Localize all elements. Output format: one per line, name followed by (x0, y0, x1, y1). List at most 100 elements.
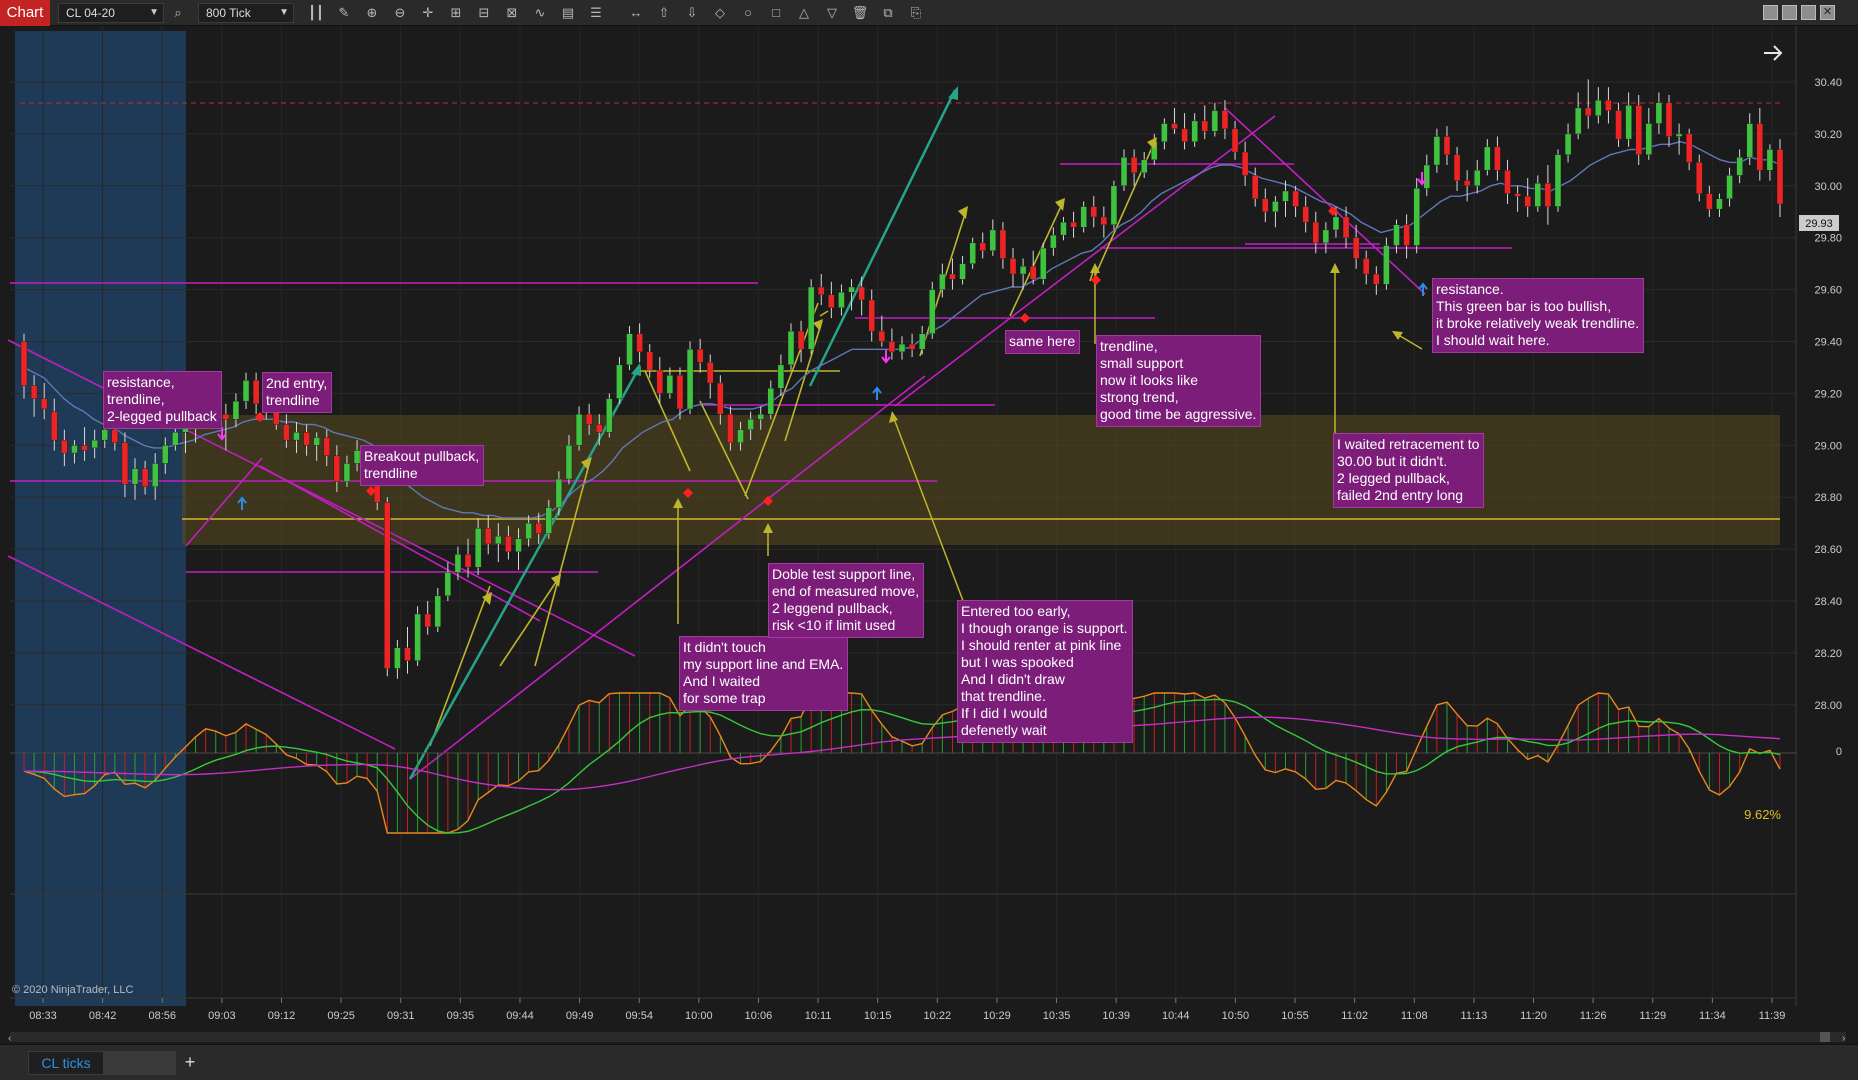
chart-canvas[interactable]: 30.40 30.20 30.00 29.80 29.60 29.40 29.20 29.00… (0, 26, 1858, 1044)
maximize-icon[interactable] (1801, 5, 1816, 20)
note-same-here: same here (1005, 330, 1081, 354)
time-tick-label: 09:03 (208, 1010, 236, 1022)
time-tick-label: 11:02 (1341, 1010, 1368, 1022)
bars-type-icon[interactable]: ┃┃ (306, 3, 326, 23)
indicators-icon[interactable]: ⊠ (502, 3, 522, 23)
chevron-down-icon: ▼ (279, 7, 289, 18)
time-tick-label: 09:49 (566, 1010, 594, 1022)
triangle-down-tool-icon[interactable]: ▽ (822, 3, 842, 23)
tab-empty[interactable] (104, 1051, 176, 1075)
scroll-left-icon[interactable]: ‹ (8, 1033, 11, 1044)
add-tab-button[interactable]: + (178, 1051, 202, 1075)
time-tick-label: 09:12 (268, 1010, 296, 1022)
zoom-in-icon[interactable]: ⊕ (362, 3, 382, 23)
time-tick-label: 10:55 (1281, 1010, 1309, 1022)
line-tool-icon[interactable]: ↔ (626, 3, 646, 23)
note-resistance-green-bar: resistance. This green bar is too bullis… (1432, 278, 1645, 353)
time-tick-label: 11:13 (1461, 1010, 1488, 1022)
strategies-icon[interactable]: ∿ (530, 3, 550, 23)
price-tick-label: 30.00 (1814, 181, 1842, 193)
chart-toolbar: Chart CL 04-20 ▼ ⌕ 800 Tick ▼ ┃┃ ✎ ⊕ ⊖ ✛ ⊞… (0, 0, 1858, 26)
time-tick-label: 08:42 (89, 1010, 117, 1022)
candle (1635, 94, 1642, 166)
note-double-test: Doble test support line, end of measured… (768, 563, 925, 638)
interval-value: 800 Tick (206, 6, 251, 20)
tab-bar: CL ticks + (0, 1044, 1858, 1080)
price-tick-label: 29.60 (1814, 285, 1842, 297)
note-resistance-trendline: resistance, trendline, 2-legged pullback (103, 371, 222, 429)
diamond-tool-icon[interactable]: ◇ (710, 3, 730, 23)
arrow-up-tool-icon[interactable]: ⇧ (654, 3, 674, 23)
time-tick-label: 09:25 (327, 1010, 355, 1022)
time-tick-label: 11:39 (1759, 1010, 1786, 1022)
rectangle-tool-icon[interactable]: □ (766, 3, 786, 23)
arrow-down-tool-icon[interactable]: ⇩ (682, 3, 702, 23)
note-breakout-pullback: Breakout pullback, trendline (360, 445, 485, 486)
triangle-up-tool-icon[interactable]: △ (794, 3, 814, 23)
time-tick-label: 10:35 (1043, 1010, 1071, 1022)
note-2nd-entry: 2nd entry, trendline (262, 372, 333, 413)
time-tick-label: 10:22 (924, 1010, 952, 1022)
candle (686, 341, 694, 415)
candle (1554, 149, 1562, 212)
time-tick-label: 09:35 (447, 1010, 475, 1022)
copy-icon[interactable]: ⧉ (878, 3, 898, 23)
instrument-value: CL 04-20 (66, 6, 115, 20)
list-icon[interactable]: ☰ (586, 3, 606, 23)
candle (606, 393, 613, 438)
time-tick-label: 10:06 (745, 1010, 773, 1022)
candle (1110, 180, 1118, 230)
premarket-shading (15, 31, 186, 1006)
current-price-label: 29.93 (1805, 218, 1833, 230)
properties-icon[interactable]: ⊞ (446, 3, 466, 23)
time-tick-label: 11:08 (1401, 1010, 1428, 1022)
zoom-out-icon[interactable]: ⊖ (390, 3, 410, 23)
price-tick-label: 30.20 (1814, 129, 1842, 141)
templates-icon[interactable]: ⊟ (474, 3, 494, 23)
data-box-icon[interactable]: ▤ (558, 3, 578, 23)
candle (1383, 237, 1390, 290)
search-icon[interactable]: ⌕ (168, 3, 188, 23)
time-tick-label: 10:29 (983, 1010, 1011, 1022)
chevron-down-icon: ▼ (149, 7, 159, 18)
time-tick-label: 09:54 (625, 1010, 653, 1022)
candle (1040, 242, 1047, 285)
ellipse-tool-icon[interactable]: ○ (738, 3, 758, 23)
scrollbar-thumb[interactable] (1820, 1032, 1830, 1042)
minimize-icon[interactable] (1763, 5, 1778, 20)
candle (1413, 178, 1420, 254)
trash-icon[interactable]: 🗑 (850, 3, 870, 23)
time-tick-label: 08:33 (29, 1010, 57, 1022)
candle (384, 497, 391, 677)
percent-label: 9.62% (1744, 807, 1781, 822)
time-tick-label: 10:44 (1162, 1010, 1190, 1022)
draw-pencil-icon[interactable]: ✎ (334, 3, 354, 23)
tab-cl-ticks[interactable]: CL ticks (28, 1051, 104, 1075)
time-tick-label: 11:29 (1639, 1010, 1666, 1022)
scroll-right-icon[interactable]: › (1842, 1033, 1845, 1044)
price-tick-label: 29.80 (1814, 233, 1842, 245)
time-tick-label: 10:50 (1222, 1010, 1250, 1022)
time-tick-label: 10:00 (685, 1010, 713, 1022)
restore-icon[interactable] (1782, 5, 1797, 20)
interval-selector[interactable]: 800 Tick ▼ (198, 3, 294, 23)
price-tick-label: 29.20 (1814, 388, 1842, 400)
note-trendline-support: trendline, small support now it looks li… (1096, 335, 1262, 427)
instrument-selector[interactable]: CL 04-20 ▼ (58, 3, 164, 23)
time-tick-label: 11:34 (1699, 1010, 1726, 1022)
horizontal-scrollbar[interactable] (10, 1032, 1846, 1042)
crosshair-icon[interactable]: ✛ (418, 3, 438, 23)
note-entered-too-early: Entered too early, I though orange is su… (957, 600, 1133, 743)
note-didnt-touch: It didn't touch my support line and EMA.… (679, 636, 849, 711)
price-tick-label: 28.80 (1814, 492, 1842, 504)
paste-icon[interactable]: ⎘ (906, 3, 926, 23)
close-icon[interactable]: ✕ (1820, 5, 1835, 20)
price-tick-label: 28.20 (1814, 648, 1842, 660)
candle (929, 281, 936, 339)
price-tick-label: 29.40 (1814, 337, 1842, 349)
time-tick-label: 10:15 (864, 1010, 892, 1022)
time-tick-label: 09:44 (506, 1010, 534, 1022)
time-tick-label: 11:26 (1580, 1010, 1607, 1022)
time-tick-label: 11:20 (1520, 1010, 1547, 1022)
price-tick-label: 28.60 (1814, 544, 1842, 556)
